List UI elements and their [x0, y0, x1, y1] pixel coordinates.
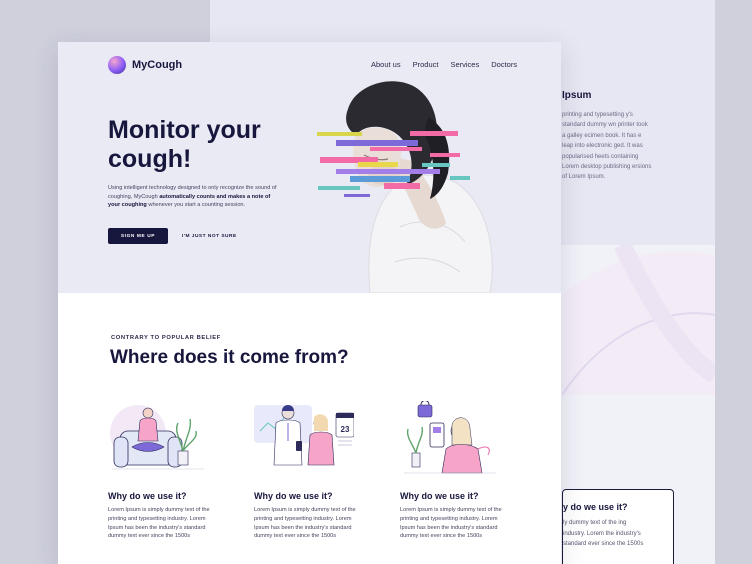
- background-paragraph: printing and typesetting y's standard du…: [562, 112, 652, 181]
- main-nav: About us Product Services Doctors: [371, 60, 517, 69]
- background-feature-card: y do we use it? ly dummy text of the ing…: [562, 489, 674, 564]
- landing-page: MyCough About us Product Services Doctor…: [58, 42, 561, 564]
- brand-logo[interactable]: MyCough: [108, 56, 182, 74]
- nav-link-product[interactable]: Product: [413, 60, 439, 69]
- feature-text: Lorem Ipsum is simply dummy text of the …: [108, 507, 210, 540]
- nav-link-about[interactable]: About us: [371, 60, 401, 69]
- brand-name: MyCough: [132, 59, 183, 71]
- feature-card: Why do we use it? Lorem Ipsum is simply …: [108, 401, 218, 541]
- feature-card: 23 Why do we use it? Lorem Ipsum is simp…: [254, 401, 364, 541]
- sign-me-up-button[interactable]: SIGN ME UP: [108, 228, 168, 244]
- feature-title: Why do we use it?: [400, 491, 479, 501]
- background-card-title: y do we use it?: [563, 502, 628, 512]
- coughing-woman-photo: [317, 81, 493, 293]
- section-title: Where does it come from?: [110, 347, 349, 368]
- phone-privacy-illustration: [404, 401, 496, 474]
- hero-text-end: whenever you start a counting session.: [146, 202, 246, 209]
- background-heading: Ipsum: [562, 90, 592, 101]
- feature-title: Why do we use it?: [254, 491, 333, 501]
- logo-orb-icon: [108, 56, 126, 74]
- hero-title: Monitor your cough!: [108, 116, 261, 173]
- feature-text: Lorem Ipsum is simply dummy text of the …: [400, 507, 502, 540]
- nav-link-doctors[interactable]: Doctors: [491, 60, 517, 69]
- background-card-text: ly dummy text of the ing industry. Lorem…: [563, 520, 644, 547]
- feature-title: Why do we use it?: [108, 491, 187, 501]
- hero-section: MyCough About us Product Services Doctor…: [58, 42, 561, 293]
- section-eyebrow: CONTRARY TO POPULAR BELIEF: [111, 335, 221, 341]
- feature-text: Lorem Ipsum is simply dummy text of the …: [254, 507, 356, 540]
- nav-link-services[interactable]: Services: [450, 60, 479, 69]
- calendar-date-number: 23: [341, 425, 350, 434]
- info-section: CONTRARY TO POPULAR BELIEF Where does it…: [58, 293, 561, 564]
- doctor-consultation-illustration: 23: [254, 405, 354, 466]
- not-sure-button[interactable]: I'M JUST NOT SURE: [182, 228, 237, 244]
- feature-card: Why do we use it? Lorem Ipsum is simply …: [400, 401, 510, 541]
- person-on-armchair-illustration: [110, 405, 204, 470]
- hero-description: Using intelligent technology designed to…: [108, 184, 283, 210]
- background-wave-decoration: [562, 245, 715, 395]
